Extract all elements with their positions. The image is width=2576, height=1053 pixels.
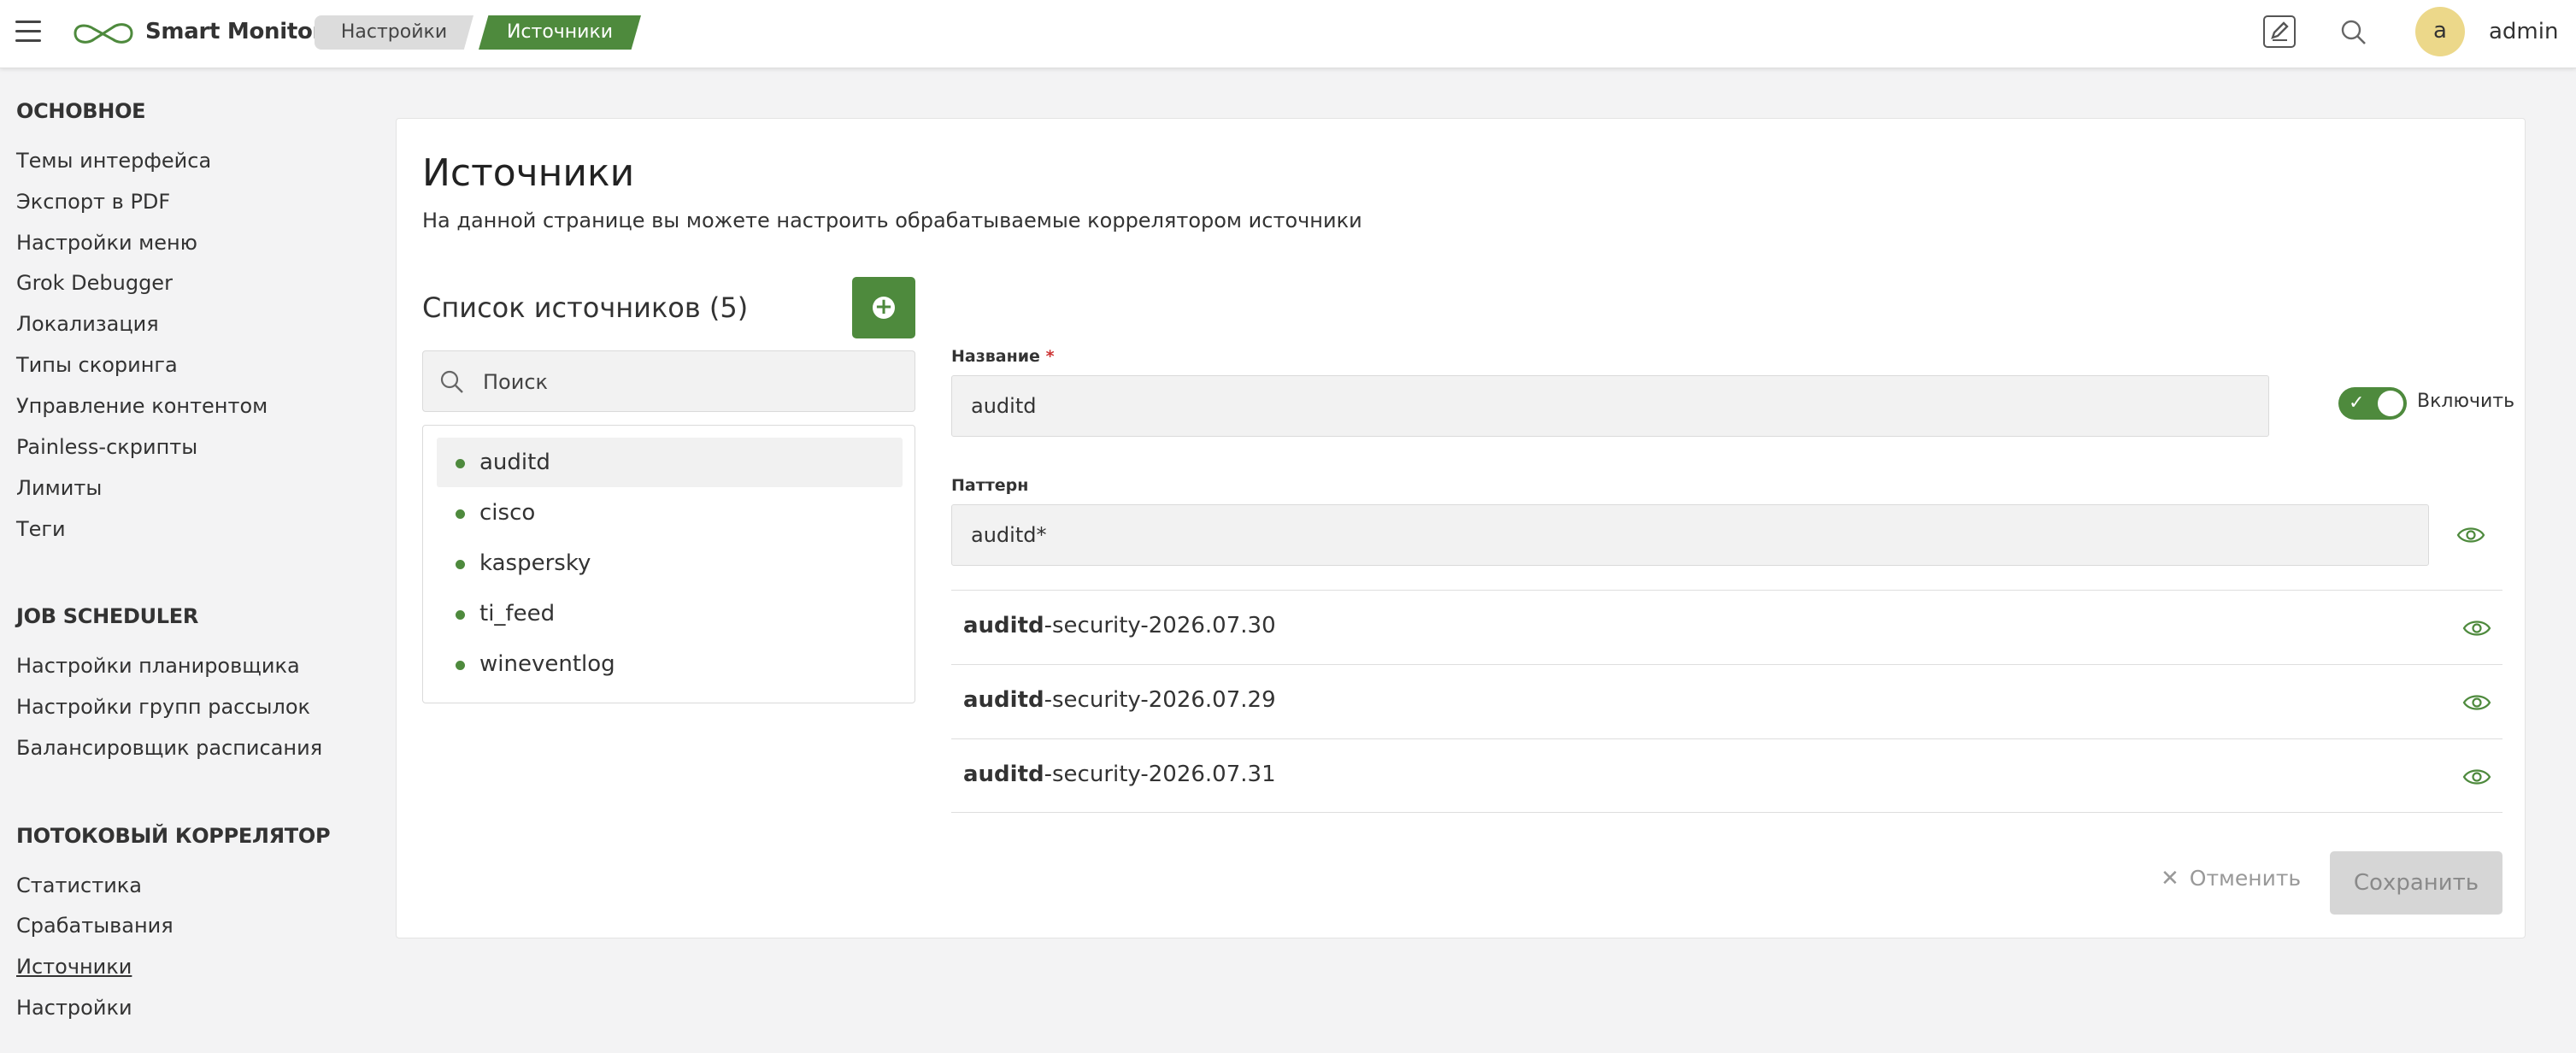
sidebar-item-triggers[interactable]: Срабатывания — [16, 914, 173, 938]
list-item[interactable]: auditd — [437, 438, 903, 487]
search-field[interactable] — [422, 350, 915, 412]
index-row: auditd-security-2026.07.29 — [951, 664, 2502, 738]
index-name: auditd-security-2026.07.31 — [963, 762, 1276, 787]
index-match: auditd — [963, 687, 1044, 713]
search-input[interactable] — [483, 365, 893, 399]
list-item[interactable]: ti_feed — [437, 589, 903, 638]
status-dot — [456, 509, 465, 519]
source-name: auditd — [479, 450, 550, 475]
page-title: Источники — [422, 151, 635, 195]
breadcrumb-settings[interactable]: Настройки — [315, 15, 473, 50]
status-dot — [456, 610, 465, 620]
name-input[interactable]: auditd — [951, 375, 2269, 437]
name-label-text: Название — [951, 347, 1040, 366]
menu-icon[interactable] — [15, 21, 41, 43]
source-name: wineventlog — [479, 651, 615, 677]
sources-list: auditd cisco kaspersky ti_feed wineventl… — [422, 425, 915, 703]
sidebar-item-scoring-types[interactable]: Типы скоринга — [16, 353, 178, 377]
avatar[interactable]: a — [2415, 7, 2465, 56]
save-button[interactable]: Сохранить — [2330, 851, 2502, 915]
sidebar-heading-job-scheduler: JOB SCHEDULER — [16, 604, 199, 628]
source-name: ti_feed — [479, 601, 556, 627]
sidebar-item-localization[interactable]: Локализация — [16, 312, 159, 336]
cancel-button[interactable]: ✕ Отменить — [2161, 866, 2301, 900]
index-match: auditd — [963, 762, 1044, 787]
status-dot — [456, 661, 465, 670]
sidebar-item-menu-settings[interactable]: Настройки меню — [16, 231, 197, 255]
cancel-label: Отменить — [2189, 866, 2302, 891]
toggle-knob — [2378, 391, 2403, 416]
index-rest: -security-2026.07.29 — [1044, 687, 1276, 713]
list-item[interactable]: cisco — [437, 488, 903, 538]
eye-icon[interactable] — [2456, 525, 2485, 545]
check-icon: ✓ — [2349, 392, 2365, 414]
index-rest: -security-2026.07.30 — [1044, 613, 1276, 638]
status-dot — [456, 459, 465, 468]
search-icon — [440, 370, 463, 393]
page-subtitle: На данной странице вы можете настроить о… — [422, 209, 1362, 232]
main-card: Источники На данной странице вы можете н… — [396, 118, 2526, 938]
user-name[interactable]: admin — [2489, 19, 2558, 44]
required-mark: * — [1045, 347, 1055, 366]
sidebar-heading-main: ОСНОВНОЕ — [16, 99, 146, 123]
enable-label: Включить — [2417, 391, 2515, 412]
list-item[interactable]: wineventlog — [437, 639, 903, 689]
index-rest: -security-2026.07.31 — [1044, 762, 1276, 787]
sidebar-item-pdf-export[interactable]: Экспорт в PDF — [16, 190, 170, 214]
sidebar-item-mailing-groups[interactable]: Настройки групп рассылок — [16, 695, 310, 719]
logo-icon — [74, 23, 133, 44]
status-dot — [456, 560, 465, 569]
list-item[interactable]: kaspersky — [437, 538, 903, 588]
eye-icon[interactable] — [2462, 692, 2491, 713]
close-icon: ✕ — [2161, 866, 2179, 891]
plus-icon: + — [873, 296, 895, 319]
source-name: kaspersky — [479, 550, 591, 576]
name-label: Название * — [951, 347, 1055, 366]
source-name: cisco — [479, 500, 536, 526]
eye-icon[interactable] — [2462, 767, 2491, 787]
sidebar-heading-stream-correlator: ПОТОКОВЫЙ КОРРЕЛЯТОР — [16, 824, 331, 848]
index-name: auditd-security-2026.07.30 — [963, 613, 1276, 638]
sources-list-title: Список источников (5) — [422, 291, 749, 324]
top-bar: Smart Monitor Настройки Источники a admi… — [0, 0, 2576, 68]
index-match: auditd — [963, 613, 1044, 638]
index-name: auditd-security-2026.07.29 — [963, 687, 1276, 713]
sidebar-item-content-management[interactable]: Управление контентом — [16, 394, 268, 418]
sidebar-item-limits[interactable]: Лимиты — [16, 476, 102, 500]
add-source-button[interactable]: + — [852, 277, 915, 338]
pattern-input[interactable]: auditd* — [951, 504, 2429, 566]
sidebar-item-themes[interactable]: Темы интерфейса — [16, 149, 211, 173]
breadcrumb-sources[interactable]: Источники — [479, 15, 641, 50]
sidebar-item-sources[interactable]: Источники — [16, 955, 132, 979]
sidebar-item-schedule-balancer[interactable]: Балансировщик расписания — [16, 736, 322, 760]
sidebar-item-tags[interactable]: Теги — [16, 517, 66, 541]
enable-toggle[interactable]: ✓ — [2338, 387, 2407, 420]
app-name: Smart Monitor — [145, 19, 324, 44]
index-row: auditd-security-2026.07.31 — [951, 738, 2502, 813]
sidebar-item-painless-scripts[interactable]: Painless-скрипты — [16, 435, 197, 459]
sidebar-item-correlator-settings[interactable]: Настройки — [16, 996, 132, 1020]
sidebar-item-grok-debugger[interactable]: Grok Debugger — [16, 271, 173, 295]
index-row: auditd-security-2026.07.30 — [951, 590, 2502, 664]
pattern-label: Паттерн — [951, 476, 1029, 495]
eye-icon[interactable] — [2462, 618, 2491, 638]
search-icon[interactable] — [2338, 17, 2369, 48]
edit-icon[interactable] — [2263, 15, 2296, 48]
sidebar-item-scheduler-settings[interactable]: Настройки планировщика — [16, 654, 300, 678]
sidebar-item-statistics[interactable]: Статистика — [16, 874, 142, 897]
